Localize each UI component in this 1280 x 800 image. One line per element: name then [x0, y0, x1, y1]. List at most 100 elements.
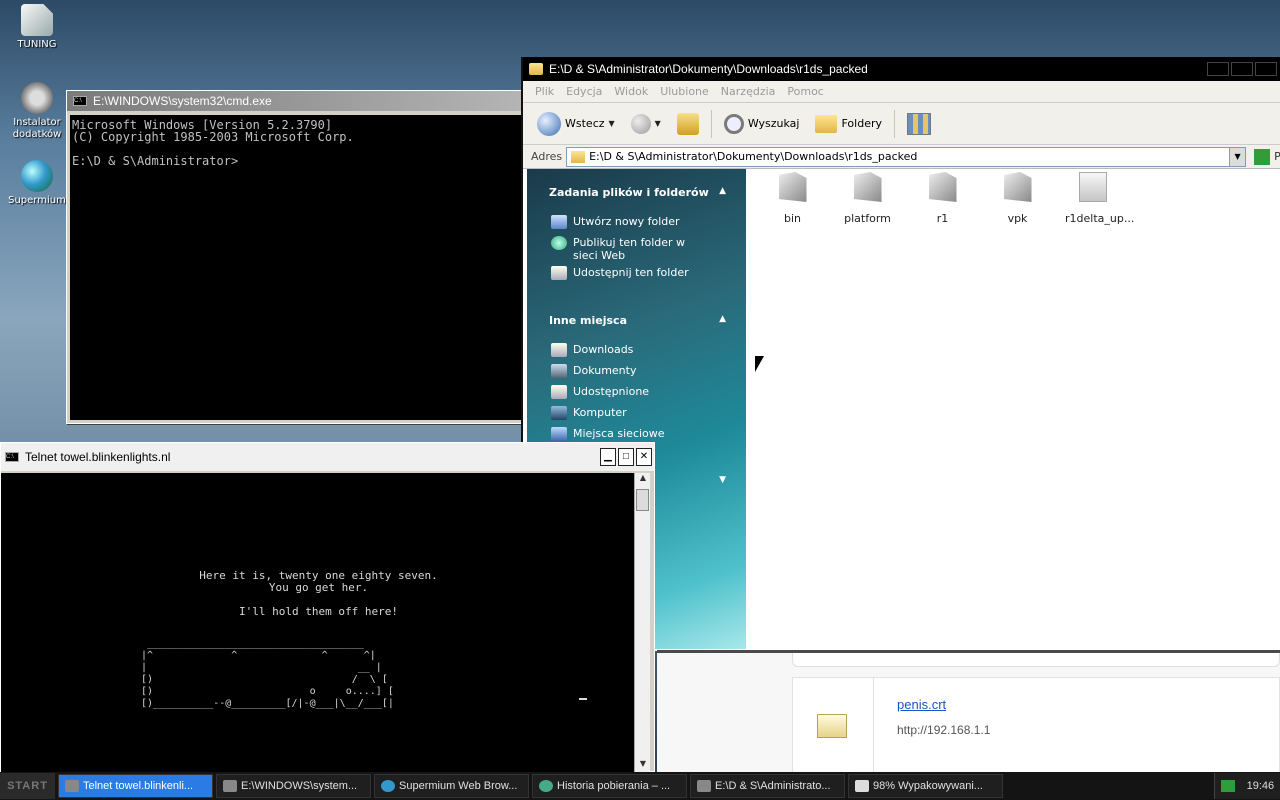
go-icon[interactable]	[1254, 148, 1271, 165]
folders-button[interactable]: Foldery	[811, 113, 886, 135]
explorer-title: E:\D & S\Administrator\Dokumenty\Downloa…	[549, 62, 868, 76]
file-item[interactable]: bin	[765, 169, 820, 225]
address-dropdown-icon[interactable]: ▼	[1229, 147, 1246, 166]
cmd-prompt: E:\D & S\Administrator>	[72, 154, 239, 168]
places-header[interactable]: Inne miejsca ▲	[527, 314, 746, 327]
maximize-button[interactable]: □	[618, 448, 634, 466]
close-button[interactable]	[1255, 62, 1277, 76]
file-item[interactable]: vpk	[990, 169, 1045, 225]
taskbar-item-explorer[interactable]: E:\D & S\Administrato...	[690, 774, 845, 798]
file-item[interactable]: r1delta_up...	[1065, 169, 1135, 225]
file-item[interactable]: r1	[915, 169, 970, 225]
desktop-icon-instalator[interactable]: Instalator dodatków	[0, 82, 74, 141]
back-button[interactable]: Wstecz ▼	[533, 110, 619, 138]
mouse-pointer-icon	[755, 356, 764, 372]
file-icon	[1003, 172, 1032, 202]
telnet-window[interactable]: C:\ Telnet towel.blinkenlights.nl ▁ □ ✕ …	[0, 442, 655, 773]
collapse-icon[interactable]: ▲	[719, 186, 726, 199]
file-label: r1delta_up...	[1065, 212, 1135, 225]
search-button[interactable]: Wyszukaj	[720, 112, 804, 136]
file-list: bin platform r1 vpk r1delta_up...	[765, 169, 1135, 225]
certificate-icon	[817, 714, 847, 738]
file-label: vpk	[1007, 212, 1028, 225]
scroll-thumb[interactable]	[636, 489, 649, 511]
cmd-titlebar[interactable]: C:\ E:\WINDOWS\system32\cmd.exe	[67, 91, 527, 111]
folder-up-icon	[676, 112, 699, 135]
tasks-header[interactable]: Zadania plików i folderów ▲	[527, 186, 746, 199]
taskbar-item-telnet[interactable]: Telnet towel.blinkenli...	[58, 774, 213, 798]
file-item[interactable]: platform	[840, 169, 895, 225]
toolbar: Wstecz ▼ ▼ Wyszukaj Foldery	[523, 103, 1280, 145]
views-button[interactable]	[903, 111, 935, 137]
chevron-down-icon[interactable]: ▼	[609, 119, 615, 128]
scroll-up-icon[interactable]: ▲	[635, 473, 651, 487]
menu-narzedzia[interactable]: Narzędzia	[717, 85, 780, 98]
browser-icon	[539, 780, 553, 792]
place-label: Udostępnione	[573, 385, 650, 398]
menu-widok[interactable]: Widok	[610, 85, 652, 98]
scroll-down-icon[interactable]: ▼	[635, 759, 651, 773]
menu-plik[interactable]: Plik	[531, 85, 558, 98]
documents-icon	[551, 364, 567, 378]
tuning-icon	[21, 4, 53, 36]
maximize-button[interactable]	[1231, 62, 1253, 76]
download-card[interactable]: penis.crt http://192.168.1.1	[792, 677, 1280, 777]
task-share-folder[interactable]: Udostępnij ten folder	[527, 266, 746, 280]
telnet-console[interactable]: Here it is, twenty one eighty seven. You…	[1, 473, 636, 773]
place-komputer[interactable]: Komputer	[527, 406, 746, 420]
file-label: r1	[936, 212, 949, 225]
taskbar-item-extract[interactable]: 98% Wypakowywani...	[848, 774, 1003, 798]
cmd-window[interactable]: C:\ E:\WINDOWS\system32\cmd.exe Microsof…	[66, 90, 528, 424]
collapse-icon[interactable]: ▲	[719, 314, 726, 327]
place-label: Miejsca sieciowe	[573, 427, 665, 440]
close-button[interactable]: ✕	[636, 448, 652, 466]
place-miejsca-sieciowe[interactable]: Miejsca sieciowe	[527, 427, 746, 441]
forward-button[interactable]: ▼	[627, 112, 665, 136]
task-publish-web[interactable]: Publikuj ten folder w sieci Web	[527, 236, 746, 262]
place-label: Komputer	[573, 406, 627, 419]
task-new-folder[interactable]: Utwórz nowy folder	[527, 215, 746, 229]
expand-icon[interactable]: ▼	[719, 475, 726, 485]
minimize-button[interactable]	[1207, 62, 1229, 76]
console-icon: C:\	[5, 452, 19, 462]
taskbar-item-history[interactable]: Historia pobierania – ...	[532, 774, 687, 798]
telnet-title: Telnet towel.blinkenlights.nl	[25, 450, 171, 464]
back-label: Wstecz	[565, 117, 605, 130]
folders-icon	[815, 114, 838, 133]
start-button[interactable]: START	[0, 773, 55, 799]
toolbar-separator	[710, 109, 712, 138]
system-tray: 19:46	[1214, 773, 1280, 799]
cmd-console[interactable]: Microsoft Windows [Version 5.2.3790] (C) …	[70, 115, 524, 420]
taskbar-item-cmd[interactable]: E:\WINDOWS\system...	[216, 774, 371, 798]
desktop-icon-label: Instalator dodatków	[12, 117, 62, 140]
download-source-url: http://192.168.1.1	[897, 723, 991, 737]
up-button[interactable]	[673, 111, 703, 137]
desktop-icon-tuning[interactable]: TUNING	[0, 4, 74, 51]
menu-pomoc[interactable]: Pomoc	[783, 85, 827, 98]
clock[interactable]: 19:46	[1247, 780, 1275, 792]
folder-icon	[529, 63, 543, 75]
place-label: Dokumenty	[573, 364, 637, 377]
place-downloads[interactable]: Downloads	[527, 343, 746, 357]
download-filename-link[interactable]: penis.crt	[897, 697, 946, 712]
cmd-line: (C) Copyright 1985-2003 Microsoft Corp.	[72, 130, 354, 144]
minimize-button[interactable]: ▁	[600, 448, 616, 466]
place-udostepnione[interactable]: Udostępnione	[527, 385, 746, 399]
place-dokumenty[interactable]: Dokumenty	[527, 364, 746, 378]
menu-ulubione[interactable]: Ulubione	[656, 85, 713, 98]
taskbar-item-supermium[interactable]: Supermium Web Brow...	[374, 774, 529, 798]
installer-icon	[21, 82, 53, 114]
explorer-titlebar[interactable]: E:\D & S\Administrator\Dokumenty\Downloa…	[523, 57, 1280, 81]
folder-icon	[697, 780, 711, 792]
desktop-icon-supermium[interactable]: Supermium	[0, 160, 74, 207]
telnet-line: I'll hold them off here!	[239, 605, 398, 618]
telnet-titlebar[interactable]: C:\ Telnet towel.blinkenlights.nl ▁ □ ✕	[1, 443, 654, 471]
address-input[interactable]: E:\D & S\Administrator\Dokumenty\Downloa…	[566, 146, 1247, 167]
go-label[interactable]: P	[1274, 150, 1280, 163]
chevron-down-icon[interactable]: ▼	[655, 119, 661, 128]
file-icon	[853, 172, 882, 202]
address-value: E:\D & S\Administrator\Dokumenty\Downloa…	[589, 150, 918, 163]
network-tray-icon[interactable]	[1220, 780, 1235, 792]
menu-edycja[interactable]: Edycja	[562, 85, 606, 98]
vertical-scrollbar[interactable]: ▲ ▼	[634, 473, 650, 773]
